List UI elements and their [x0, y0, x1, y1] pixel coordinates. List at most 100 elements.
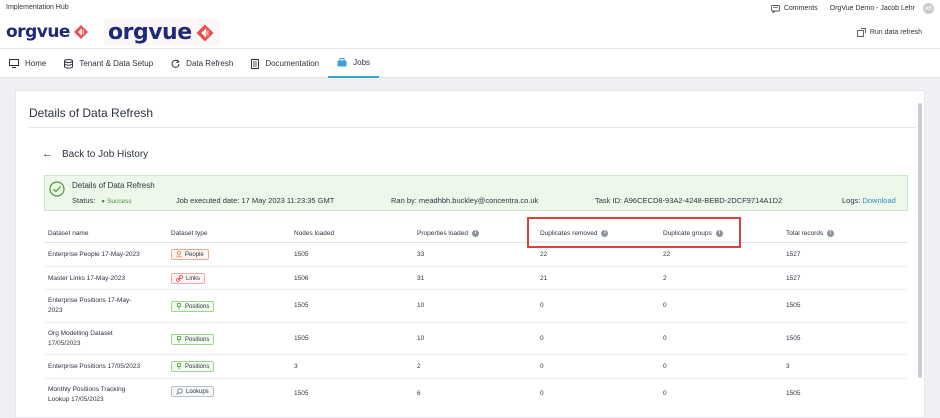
- link-icon: [176, 275, 183, 282]
- download-logs-link[interactable]: Download: [862, 196, 895, 205]
- back-to-job-history-link[interactable]: ← Back to Job History: [42, 148, 148, 160]
- status-value: Success: [107, 198, 132, 205]
- col-nodes-loaded[interactable]: Nodes loaded: [294, 230, 334, 237]
- tab-documentation-label: Documentation: [265, 59, 320, 68]
- status-field: Status: ● Success: [72, 196, 132, 205]
- tab-home-label: Home: [25, 59, 47, 68]
- total-records: 1527: [786, 275, 801, 282]
- table-row[interactable]: Org Modelling Dataset 17/05/2023 Positio…: [44, 323, 908, 355]
- hub-title: Implementation Hub: [6, 4, 69, 11]
- back-label: Back to Job History: [62, 148, 149, 160]
- properties-loaded: 31: [417, 275, 425, 282]
- col-label: Properties loaded: [417, 230, 468, 237]
- details-card: Details of Data Refresh ← Back to Job Hi…: [15, 90, 925, 418]
- col-properties-loaded[interactable]: Properties loaded i: [417, 230, 479, 237]
- tab-jobs[interactable]: Jobs: [328, 49, 380, 78]
- duplicate-groups: 2: [663, 275, 667, 282]
- status-panel: Details of Data Refresh Status: ● Succes…: [44, 175, 908, 211]
- info-icon[interactable]: i: [471, 230, 479, 237]
- ran-by: Ran by: meadhbh.buckley@concentra.co.uk: [391, 196, 539, 205]
- run-data-refresh-button[interactable]: Run data refresh: [856, 28, 922, 37]
- refresh-data-icon: [856, 28, 866, 37]
- duplicate-groups: 0: [663, 390, 667, 397]
- table-row[interactable]: Enterprise Positions 17-May- 2023 Positi…: [44, 290, 908, 323]
- properties-loaded: 10: [417, 302, 425, 309]
- nodes-loaded: 3: [294, 363, 298, 370]
- tag-label: Positions: [185, 303, 210, 310]
- dataset-name: Enterprise Positions 17/05/2023: [48, 363, 141, 370]
- logs-label: Logs:: [842, 196, 861, 205]
- total-records: 1505: [786, 302, 801, 309]
- col-label: Nodes loaded: [294, 230, 335, 237]
- comments-button[interactable]: Comments: [770, 4, 818, 13]
- duplicate-groups: 0: [663, 363, 667, 370]
- dataset-name: Monthly Positions Tracking Lookup 17/05/…: [48, 385, 125, 405]
- status-title: Details of Data Refresh: [72, 181, 155, 190]
- nodes-loaded: 1505: [294, 390, 309, 397]
- orgvue-logo-large[interactable]: orgvue: [104, 19, 220, 46]
- dataset-name: Enterprise People 17-May-2023: [48, 251, 140, 258]
- info-icon[interactable]: i: [827, 230, 835, 237]
- tab-tenant-data-setup[interactable]: Tenant & Data Setup: [55, 49, 162, 78]
- user-name[interactable]: OrgVue Demo - Jacob Lehr: [830, 5, 915, 12]
- duplicate-groups: 0: [663, 302, 667, 309]
- nodes-loaded: 1506: [294, 275, 309, 282]
- lookup-icon: [176, 388, 183, 395]
- duplicate-groups: 0: [663, 335, 667, 342]
- tag-label: Positions: [185, 336, 210, 343]
- col-label: Dataset name: [48, 230, 89, 237]
- avatar-initials: AB: [925, 5, 932, 12]
- col-dataset-type[interactable]: Dataset type: [171, 230, 208, 237]
- properties-loaded: 6: [417, 390, 421, 397]
- status-label: Status:: [72, 196, 96, 205]
- dataset-name-line1: Enterprise Positions 17-May-: [48, 297, 132, 304]
- orgvue-logo[interactable]: orgvue: [6, 22, 90, 42]
- dataset-type-tag: Positions: [171, 361, 215, 372]
- table-row[interactable]: Enterprise People 17-May-2023 People 150…: [44, 243, 908, 267]
- duplicates-removed: 0: [540, 302, 544, 309]
- nodes-loaded: 1505: [294, 251, 309, 258]
- vertical-scrollbar[interactable]: [918, 103, 922, 378]
- duplicates-removed: 21: [540, 275, 548, 282]
- briefcase-icon: [337, 58, 347, 67]
- dataset-type-tag: Positions: [171, 334, 215, 345]
- col-total-records[interactable]: Total records i: [786, 230, 835, 237]
- total-records: 3: [786, 363, 790, 370]
- comment-icon: [770, 4, 780, 13]
- logs-field: Logs: Download: [842, 196, 896, 205]
- top-bar: Implementation Hub orgvue orgvue Comment…: [0, 0, 940, 48]
- executed-date: Job executed date: 17 May 2023 11:23:35 …: [176, 196, 335, 205]
- dataset-name: Org Modelling Dataset 17/05/2023: [48, 329, 113, 349]
- table-row[interactable]: Enterprise Positions 17/05/2023 Position…: [44, 355, 908, 379]
- tab-jobs-label: Jobs: [353, 58, 371, 67]
- tag-label: Links: [186, 275, 201, 282]
- top-right-controls: Comments OrgVue Demo - Jacob Lehr AB: [770, 3, 934, 14]
- col-label: Dataset type: [171, 230, 208, 237]
- duplicate-groups: 22: [663, 251, 671, 258]
- run-refresh-label: Run data refresh: [869, 29, 922, 36]
- page-title: Details of Data Refresh: [29, 106, 154, 120]
- position-icon: [177, 303, 181, 310]
- divider: [29, 127, 916, 128]
- table-row[interactable]: Master Links 17-May-2023 Links 1506 31 2…: [44, 267, 908, 290]
- tab-home[interactable]: Home: [0, 49, 55, 78]
- nodes-loaded: 1505: [294, 302, 309, 309]
- success-dot-icon: ●: [97, 198, 105, 205]
- avatar[interactable]: AB: [923, 3, 934, 14]
- table-header: Dataset name Dataset type Nodes loaded P…: [44, 223, 908, 243]
- database-icon: [64, 58, 74, 69]
- dataset-name: Master Links 17-May-2023: [48, 275, 125, 282]
- document-icon: [251, 58, 260, 69]
- total-records: 1505: [786, 390, 801, 397]
- col-dataset-name[interactable]: Dataset name: [48, 230, 88, 237]
- tab-data-refresh[interactable]: Data Refresh: [162, 49, 242, 78]
- duplicates-removed: 0: [540, 335, 544, 342]
- main-nav: Home Tenant & Data Setup Data Refresh Do…: [0, 48, 940, 78]
- table-row[interactable]: Monthly Positions Tracking Lookup 17/05/…: [44, 379, 908, 409]
- monitor-icon: [9, 59, 19, 68]
- arrow-left-icon: ←: [42, 148, 53, 160]
- position-icon: [177, 363, 181, 370]
- dataset-type-tag: Positions: [171, 301, 215, 312]
- tab-documentation[interactable]: Documentation: [242, 49, 328, 78]
- logo-mark-icon: [73, 25, 88, 39]
